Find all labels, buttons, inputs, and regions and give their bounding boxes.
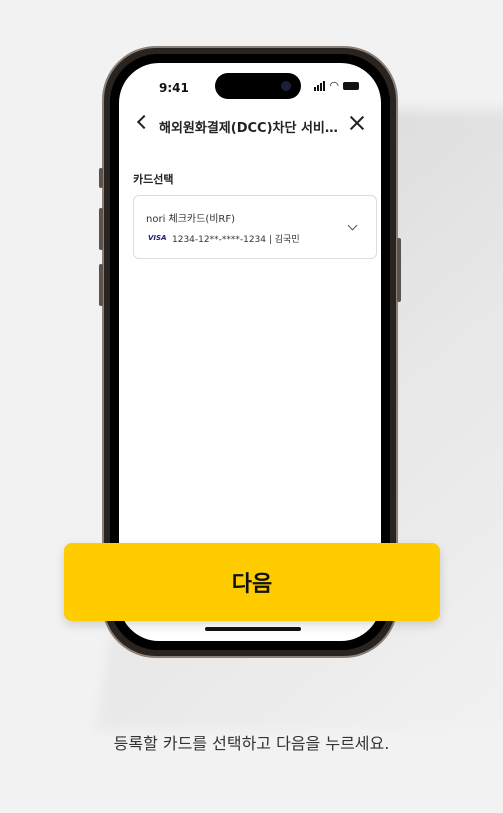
card-name: nori 체크카드(비RF) <box>146 214 236 225</box>
phone-volume-up <box>99 208 103 250</box>
card-section-label: 카드선택 <box>133 173 174 186</box>
battery-icon <box>343 82 359 90</box>
dynamic-island <box>215 73 301 99</box>
status-time: 9:41 <box>159 81 189 95</box>
instruction-caption: 등록할 카드를 선택하고 다음을 누르세요. <box>113 734 390 753</box>
phone-power-button <box>397 238 401 302</box>
home-indicator <box>205 627 301 631</box>
card-number: 1234-12**-****-1234 | 김국민 <box>172 235 300 245</box>
status-icons: ◠ <box>314 79 359 92</box>
chevron-down-icon <box>347 220 358 231</box>
wifi-icon: ◠ <box>329 79 339 92</box>
navbar: 해외원화결제(DCC)차단 서비스 ... <box>119 109 381 141</box>
signal-icon <box>314 81 326 91</box>
visa-icon: VISA <box>148 234 167 242</box>
phone-mute-switch <box>99 168 103 188</box>
phone-volume-down <box>99 264 103 306</box>
camera-icon <box>281 81 291 91</box>
chevron-left-icon[interactable] <box>136 114 152 130</box>
close-icon[interactable] <box>347 113 367 133</box>
card-select-dropdown[interactable]: nori 체크카드(비RF) VISA 1234-12**-****-1234 … <box>133 195 377 259</box>
page-title: 해외원화결제(DCC)차단 서비스 ... <box>159 121 349 136</box>
next-button[interactable]: 다음 <box>64 543 440 621</box>
